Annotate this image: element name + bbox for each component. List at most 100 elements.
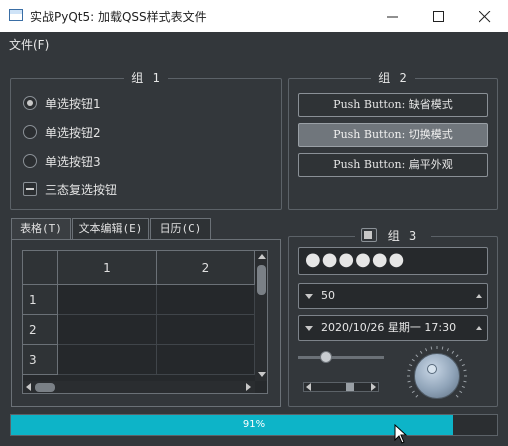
group-1: 组 1 单选按钮1 单选按钮2 单选按钮3 三态复选按钮	[10, 71, 282, 210]
dial-knob[interactable]	[414, 353, 460, 399]
spin-up-icon[interactable]	[476, 294, 482, 298]
scroll-left-icon[interactable]	[26, 383, 31, 391]
row-header[interactable]: 1	[23, 285, 58, 315]
group-1-title: 组 1	[124, 71, 168, 85]
group-3-checkbox[interactable]	[360, 228, 377, 242]
group-3-title: 组 3	[380, 229, 425, 243]
progress-text: 91%	[242, 419, 266, 430]
push-button-flat[interactable]: Push Button: 扁平外观	[298, 153, 488, 177]
dial-tick	[407, 380, 411, 383]
app-icon	[9, 9, 23, 21]
tab-calendar[interactable]: 日历(C)	[150, 218, 211, 240]
radio-indicator[interactable]	[23, 96, 37, 110]
tab-text-edit[interactable]: 文本编辑(E)	[72, 218, 149, 240]
radio-label: 单选按钮2	[45, 125, 101, 140]
dial-tick	[461, 385, 465, 388]
group-3: 组 3 ●●●●●● 50 2020/10/26 星期一 17:30	[288, 228, 498, 407]
dial-tick	[463, 380, 467, 383]
radio-label: 单选按钮1	[45, 96, 101, 111]
title-bar[interactable]: 实战PyQt5: 加载QSS样式表文件	[0, 0, 508, 32]
dial-tick	[455, 394, 459, 398]
table-cell[interactable]	[58, 285, 157, 315]
table-corner[interactable]	[23, 251, 58, 285]
close-button[interactable]	[462, 0, 508, 32]
dial-tick	[407, 369, 411, 372]
dial-tick	[409, 364, 413, 367]
scroll-down-icon[interactable]	[258, 372, 266, 377]
minimize-icon	[387, 16, 398, 18]
spin-box[interactable]: 50	[298, 283, 488, 309]
radio-label: 单选按钮3	[45, 154, 101, 169]
scroll-right-icon[interactable]	[246, 383, 251, 391]
datetime-value: 2020/10/26 星期一 17:30	[321, 321, 457, 334]
dial-tick	[419, 350, 423, 354]
table-cell[interactable]	[58, 315, 157, 345]
column-header[interactable]: 2	[157, 251, 255, 285]
dial-tick	[411, 358, 415, 362]
close-icon	[479, 11, 491, 23]
dial-tick	[415, 354, 419, 358]
datetime-up-icon[interactable]	[476, 326, 482, 330]
push-button-default[interactable]: Push Button: 缺省模式	[298, 93, 488, 117]
table-cell[interactable]	[58, 345, 157, 375]
main-window: 文件(F) 组 1 单选按钮1 单选按钮2 单选按钮3 三态复选按钮 组 2 P…	[0, 32, 508, 446]
dial-tick	[415, 394, 419, 398]
window-title: 实战PyQt5: 加载QSS样式表文件	[30, 10, 207, 24]
data-table[interactable]: 1 2 1 2 3	[22, 250, 268, 394]
group-2: 组 2 Push Button: 缺省模式 Push Button: 切换模式 …	[288, 71, 498, 210]
scroll-thumb[interactable]	[257, 265, 266, 295]
dial-tick	[430, 346, 433, 350]
small-scrollbar[interactable]	[303, 382, 379, 392]
dial-tick	[463, 369, 467, 372]
scroll-thumb[interactable]	[35, 383, 55, 392]
tristate-checkbox[interactable]: 三态复选按钮	[23, 181, 117, 197]
tab-pane: 1 2 1 2 3	[11, 239, 281, 407]
vertical-scrollbar[interactable]	[255, 251, 267, 381]
horizontal-scrollbar[interactable]	[23, 381, 255, 393]
dial-tick	[441, 346, 444, 350]
dial-tick	[451, 350, 455, 354]
row-header[interactable]: 3	[23, 345, 58, 375]
tab-table[interactable]: 表格(T)	[11, 218, 71, 241]
slider-handle[interactable]	[320, 351, 333, 363]
dial-tick	[446, 348, 449, 352]
table-cell[interactable]	[157, 345, 255, 375]
scroll-right-icon[interactable]	[371, 383, 376, 391]
dial-tick	[409, 385, 413, 388]
radio-button-2[interactable]: 单选按钮2	[23, 124, 101, 140]
radio-button-3[interactable]: 单选按钮3	[23, 153, 101, 169]
maximize-button[interactable]	[416, 0, 462, 32]
mouse-cursor-icon	[394, 424, 408, 444]
scroll-thumb[interactable]	[346, 383, 354, 391]
menu-file[interactable]: 文件(F)	[9, 36, 49, 53]
spin-down-icon[interactable]	[305, 294, 313, 299]
progress-bar: 91%	[10, 414, 498, 436]
table-cell[interactable]	[157, 285, 255, 315]
menu-bar: 文件(F)	[0, 32, 508, 54]
password-field[interactable]: ●●●●●●	[298, 247, 488, 275]
dial-tick	[459, 358, 463, 362]
row-header[interactable]: 2	[23, 315, 58, 345]
group-3-header: 组 3	[354, 228, 432, 243]
push-button-toggle[interactable]: Push Button: 切换模式	[298, 123, 488, 147]
horizontal-slider[interactable]	[298, 356, 384, 359]
radio-indicator[interactable]	[23, 125, 37, 139]
dial-tick	[461, 364, 465, 367]
spin-value: 50	[321, 289, 335, 302]
datetime-edit[interactable]: 2020/10/26 星期一 17:30	[298, 315, 488, 341]
group-2-title: 组 2	[371, 71, 415, 85]
table-cell[interactable]	[157, 315, 255, 345]
tristate-indicator[interactable]	[23, 182, 37, 196]
scroll-up-icon[interactable]	[258, 254, 266, 259]
radio-indicator[interactable]	[23, 154, 37, 168]
column-header[interactable]: 1	[58, 251, 157, 285]
dial-tick	[411, 390, 415, 394]
maximize-icon	[433, 11, 444, 22]
minimize-button[interactable]	[370, 0, 416, 32]
scroll-left-icon[interactable]	[306, 383, 311, 391]
dial-tick	[425, 348, 428, 352]
dial-tick	[459, 390, 463, 394]
radio-button-1[interactable]: 单选按钮1	[23, 95, 101, 111]
datetime-down-icon[interactable]	[305, 326, 313, 331]
dial-tick	[455, 354, 459, 358]
